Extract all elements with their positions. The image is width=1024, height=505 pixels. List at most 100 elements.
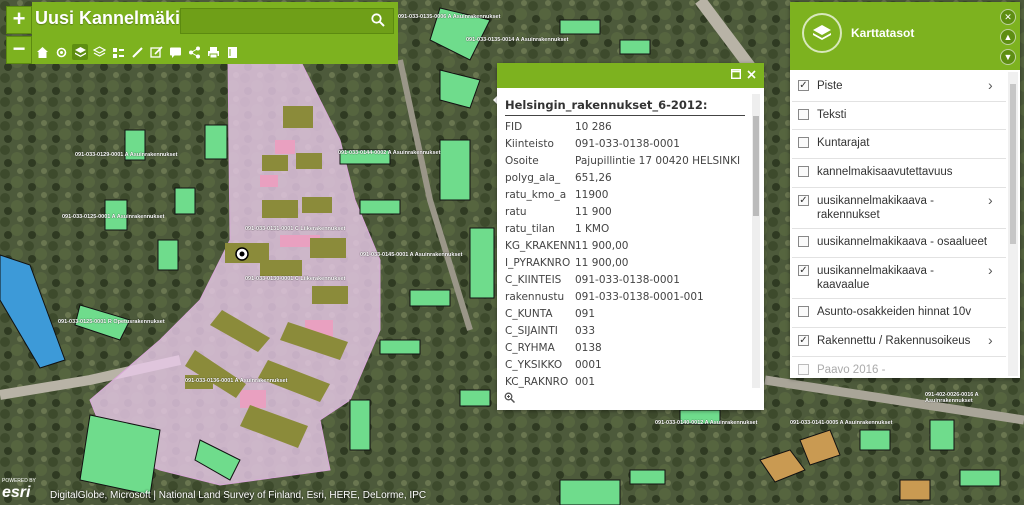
- edit-icon[interactable]: [148, 44, 164, 60]
- layer-label: Piste: [817, 80, 843, 92]
- print-icon[interactable]: [205, 44, 221, 60]
- parcel-label: 091-033-0140-0012 A Asuinrakennukset: [655, 420, 758, 426]
- attribute-key: ratu_tilan: [505, 223, 555, 235]
- esri-brand: esri: [2, 484, 31, 501]
- layer-checkbox[interactable]: ✓: [798, 195, 809, 206]
- popup-scrollbar[interactable]: [752, 94, 760, 388]
- toolbar: [34, 44, 240, 62]
- bookmark-icon[interactable]: [224, 44, 240, 60]
- chevron-down-icon[interactable]: ▼: [1000, 49, 1016, 65]
- layer-item[interactable]: Kuntarajat: [792, 129, 1006, 159]
- layer-checkbox[interactable]: ✓: [798, 335, 809, 346]
- attribute-value: 651,26: [575, 172, 612, 184]
- attribute-value: 11900: [575, 189, 609, 201]
- parcel-label: 091-033-0144-0002 A Asuinrakennukset: [338, 150, 441, 156]
- layer-item[interactable]: Teksti: [792, 101, 1006, 130]
- attribute-value: 11 900: [575, 206, 612, 218]
- search-icon[interactable]: [371, 13, 385, 32]
- search-box: [180, 8, 394, 34]
- zoom-in-button[interactable]: +: [6, 6, 32, 34]
- layer-item[interactable]: Asunto-osakkeiden hinnat 10v: [792, 298, 1006, 328]
- layer-item[interactable]: ✓ uusikannelmakikaava - rakennukset ›: [792, 187, 1006, 229]
- layer-checkbox[interactable]: [798, 364, 809, 375]
- layer-item[interactable]: ✓ Rakennettu / Rakennusoikeus ›: [792, 327, 1006, 357]
- layer-item[interactable]: ✓ Piste ›: [792, 72, 1006, 102]
- comment-icon[interactable]: [167, 44, 183, 60]
- layer-item[interactable]: ✓ uusikannelmakikaava - kaavaalue ›: [792, 257, 1006, 299]
- layer-checkbox[interactable]: [798, 166, 809, 177]
- layer-checkbox[interactable]: ✓: [798, 265, 809, 276]
- attribute-value: 091-033-0138-0001-001: [575, 291, 704, 303]
- chevron-right-icon[interactable]: ›: [988, 192, 993, 208]
- attribute-value: Pajupillintie 17 00420 HELSINKI: [575, 155, 741, 167]
- maximize-icon[interactable]: [730, 67, 742, 82]
- close-icon[interactable]: [747, 67, 756, 82]
- home-icon[interactable]: [34, 44, 50, 60]
- layer-checkbox[interactable]: [798, 306, 809, 317]
- layer-item[interactable]: uusikannelmakikaava - osaalueet: [792, 228, 1006, 258]
- attribute-key: C_KIINTEIS: [505, 274, 562, 286]
- share-icon[interactable]: [186, 44, 202, 60]
- map-attribution: DigitalGlobe, Microsoft | National Land …: [50, 490, 427, 501]
- parcel-label: 091-033-0135-0014 A Asuinrakennukset: [466, 37, 569, 43]
- app-header: Uusi Kannelmäki: [32, 2, 398, 64]
- attribute-value: 001: [575, 376, 596, 388]
- attribute-key: rakennustu: [505, 291, 565, 303]
- zoom-out-button[interactable]: −: [6, 36, 32, 64]
- attribute-key: I_PYRAKNRO: [505, 257, 571, 269]
- layer-checkbox[interactable]: ✓: [798, 80, 809, 91]
- app-title: Uusi Kannelmäki: [35, 8, 181, 28]
- chevron-up-icon[interactable]: ▲: [1000, 29, 1016, 45]
- attribute-key: Kiinteisto: [505, 138, 554, 150]
- attribute-value: 1 KMO: [575, 223, 610, 235]
- layer-label: kannelmakisaavutettavuus: [817, 166, 953, 178]
- popup-title: Helsingin_rakennukset_6-2012:: [505, 98, 708, 112]
- layer-item[interactable]: kannelmakisaavutettavuus: [792, 158, 1006, 188]
- attribute-key: C_SIJAINTI: [505, 325, 558, 337]
- attribute-key: ratu: [505, 206, 527, 218]
- divider: [505, 115, 745, 116]
- attribute-key: C_RYHMA: [505, 342, 555, 354]
- layers-title: Karttatasot: [851, 26, 915, 40]
- attribute-value: 091-033-0138-0001: [575, 274, 680, 286]
- attribute-key: KG_KRAKENN: [505, 240, 576, 252]
- layer-label: uusikannelmakikaava - kaavaalue: [817, 265, 934, 291]
- search-input[interactable]: [181, 9, 373, 33]
- layer-label: Kuntarajat: [817, 137, 870, 149]
- attribute-key: C_KUNTA: [505, 308, 553, 320]
- layers-scrollbar[interactable]: [1008, 72, 1018, 376]
- layer-label: Teksti: [817, 109, 847, 121]
- layer-checkbox[interactable]: [798, 109, 809, 120]
- esri-logo: POWERED BY esri: [2, 478, 36, 502]
- attribute-value: 091-033-0138-0001: [575, 138, 680, 150]
- zoom-to-icon[interactable]: [504, 392, 516, 406]
- layer-item[interactable]: Paavo 2016 -: [792, 356, 1006, 376]
- close-icon[interactable]: ✕: [1000, 9, 1016, 25]
- basemap-icon[interactable]: [91, 44, 107, 60]
- chevron-right-icon[interactable]: ›: [988, 332, 993, 348]
- attribute-value: 033: [575, 325, 596, 337]
- feature-popup: Helsingin_rakennukset_6-2012: FID 10 286 …: [497, 63, 764, 410]
- layers-icon: [802, 13, 842, 53]
- draw-icon[interactable]: [129, 44, 145, 60]
- scrollbar-thumb[interactable]: [753, 116, 759, 216]
- chevron-right-icon[interactable]: ›: [988, 262, 993, 278]
- layer-checkbox[interactable]: [798, 236, 809, 247]
- parcel-label: 091-033-0129-0001 A Asuinrakennukset: [75, 152, 178, 158]
- parcel-label: 091-033-0131-0001 C Liikerakennukset: [245, 226, 346, 232]
- attribute-key: FID: [505, 121, 523, 133]
- attribute-value: 11 900,00: [575, 257, 629, 269]
- layer-label: Paavo 2016 -: [817, 364, 886, 376]
- layers-icon[interactable]: [72, 44, 88, 60]
- scrollbar-thumb[interactable]: [1010, 84, 1016, 244]
- layer-checkbox[interactable]: [798, 137, 809, 148]
- chevron-right-icon[interactable]: ›: [988, 77, 993, 93]
- locate-icon[interactable]: [53, 44, 69, 60]
- attribute-value: 091: [575, 308, 596, 320]
- layer-label: Rakennettu / Rakennusoikeus: [817, 335, 971, 347]
- parcel-label: 091-033-0125-0001 A Asuinrakennukset: [62, 214, 165, 220]
- layers-header: Karttatasot ✕ ▲ ▼: [790, 2, 1020, 70]
- legend-icon[interactable]: [110, 44, 126, 60]
- layer-label: uusikannelmakikaava - osaalueet: [817, 236, 988, 248]
- attribute-key: KC_RAKNRO: [505, 376, 569, 388]
